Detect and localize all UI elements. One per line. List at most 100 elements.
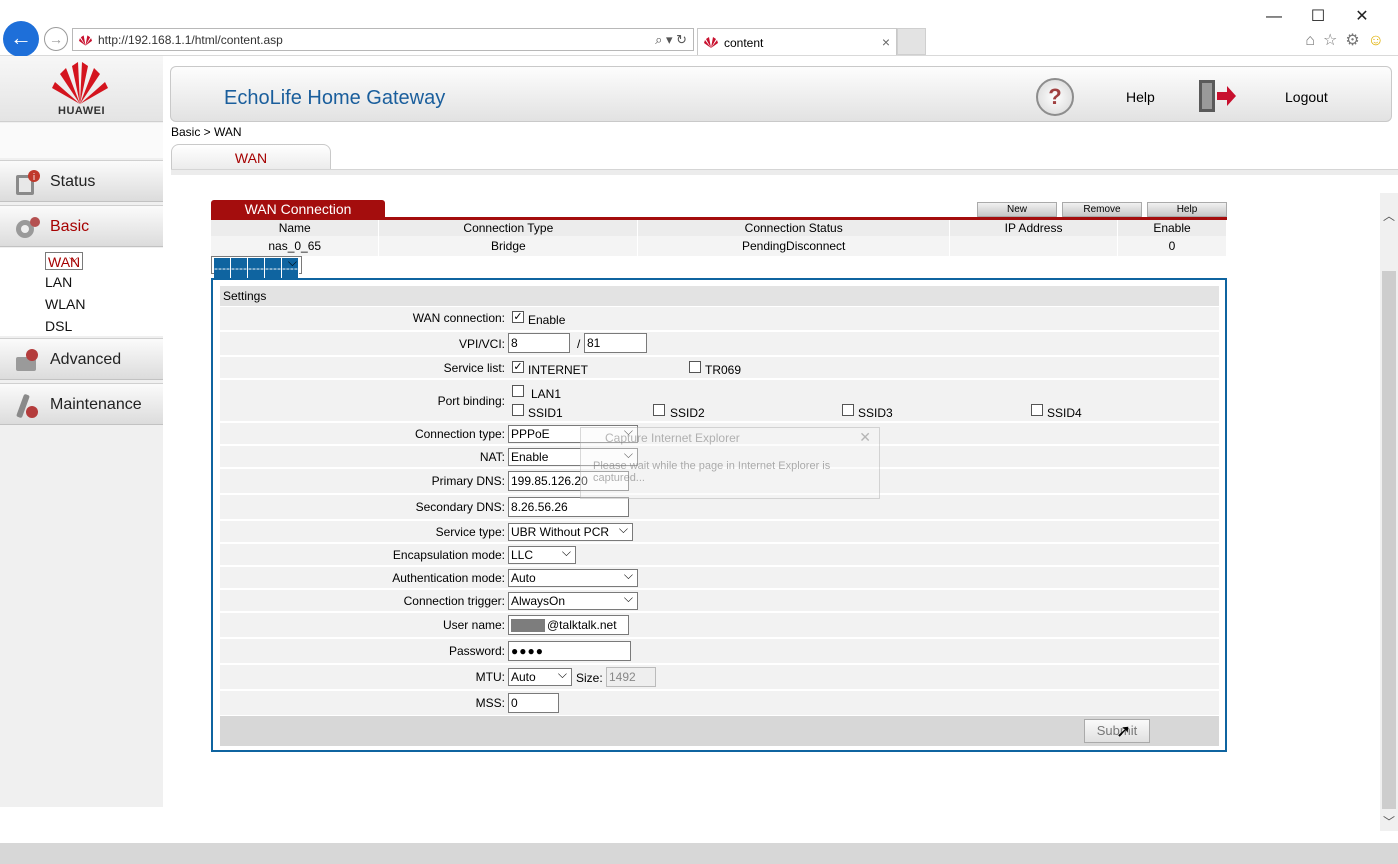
new-button[interactable]: New [977,202,1057,217]
search-refresh-icons[interactable]: ⌕ ▾ ↻ [655,32,687,48]
encapsulation-label: Encapsulation mode: [392,548,505,562]
browser-tab[interactable]: content × [697,28,897,55]
help-link[interactable]: Help [1126,89,1155,105]
back-arrow-icon[interactable]: ← [3,21,39,57]
mtu-select[interactable]: Auto [508,667,572,686]
nav-item-maintenance[interactable]: Maintenance [0,383,163,425]
vertical-scrollbar[interactable]: ︿ ﹀ [1380,193,1398,831]
nav-item-status[interactable]: i Status [0,160,163,202]
huawei-favicon-icon [704,37,718,48]
ssid3-checkbox[interactable] [842,404,854,416]
capture-close-icon[interactable]: ✕ [859,429,871,446]
scroll-down-icon[interactable]: ﹀ [1383,813,1395,830]
nav-label-maintenance: Maintenance [50,396,142,413]
close-window-icon[interactable]: ✕ [1340,6,1384,26]
new-tab-button[interactable] [897,28,926,55]
table-row[interactable]: nas_0_65 Bridge PendingDisconnect 0 [211,236,1227,256]
tab-close-icon[interactable]: × [882,34,890,50]
nav-label-basic: Basic [50,218,90,235]
connection-type-label: Connection type: [414,427,505,441]
status-bar [0,843,1398,864]
redacted-block [511,619,545,632]
row-connection-trigger: Connection trigger: AlwaysOn [220,590,1219,612]
huawei-favicon-icon [79,35,92,46]
gear-icon[interactable]: ⚙ [1345,32,1367,49]
ssid4-checkbox[interactable] [1031,404,1043,416]
internet-label: INTERNET [528,363,588,377]
remove-button[interactable]: Remove [1062,202,1142,217]
service-type-label: Service type: [435,525,505,539]
vci-input[interactable]: 81 [584,333,647,353]
nav-item-advanced[interactable]: Advanced [0,338,163,380]
ssid1-checkbox[interactable] [512,404,524,416]
scroll-thumb[interactable] [1382,271,1396,809]
window-controls: — ☐ ✕ [1252,6,1384,26]
table-header-row: Name Connection Type Connection Status I… [211,220,1227,236]
minimize-icon[interactable]: — [1252,8,1296,26]
address-bar[interactable]: http://192.168.1.1/html/content.asp ⌕ ▾ … [72,28,694,51]
tab-wan[interactable]: WAN [171,144,331,169]
maximize-icon[interactable]: ☐ [1296,6,1340,26]
vpi-input[interactable]: 8 [508,333,570,353]
vpi-vci-separator: / [577,337,581,351]
browser-toolbar-icons: ⌂☆⚙☺ [1305,30,1392,50]
port-binding-label: Port binding: [437,394,505,408]
logout-door-icon[interactable] [1197,79,1237,113]
wan-enable-label: Enable [528,313,566,327]
connection-trigger-select[interactable]: AlwaysOn [508,591,638,610]
settings-footer: Submit [220,716,1219,746]
row-port-binding: Port binding: LAN1 SSID1 SSID2 SSID3 SSI… [220,380,1219,422]
password-input[interactable]: ●●●● [508,641,631,661]
forward-arrow-icon[interactable]: → [44,27,68,51]
table-cell: ---- [247,258,265,278]
encapsulation-select[interactable]: LLC [508,545,576,564]
subnav-dsl[interactable]: DSL [45,318,72,334]
ssid2-checkbox[interactable] [653,404,665,416]
row-mss: MSS: 0 [220,691,1219,716]
tab-title: content [724,36,764,50]
tab-underline [171,169,1398,175]
help-question-icon[interactable]: ? [1036,78,1074,116]
primary-dns-label: Primary DNS: [431,474,505,488]
row-service-type: Service type: UBR Without PCR [220,521,1219,543]
secondary-dns-input[interactable]: 8.26.56.26 [508,497,629,517]
subnav-lan[interactable]: LAN [45,274,72,290]
browser-chrome: ← → http://192.168.1.1/html/content.asp … [0,0,1398,57]
advanced-tools-icon [16,349,38,371]
page-title: EchoLife Home Gateway [224,87,446,109]
row-service-list: Service list: ✓ INTERNET TR069 [220,357,1219,379]
internet-checkbox[interactable]: ✓ [512,361,524,373]
mtu-size-input: 1492 [606,667,656,687]
smiley-icon[interactable]: ☺ [1368,32,1392,49]
logout-link[interactable]: Logout [1285,89,1328,105]
settings-heading: Settings [220,286,1219,306]
scroll-up-icon[interactable]: ︿ [1383,207,1395,224]
ssid4-label: SSID4 [1047,406,1082,420]
star-icon[interactable]: ☆ [1323,32,1345,49]
subnav-wan[interactable]: WAN [45,251,84,270]
table-help-button[interactable]: Help [1147,202,1227,217]
tr069-checkbox[interactable] [689,361,701,373]
row-vpi-vci: VPI/VCI: 8 / 81 [220,332,1219,356]
table-row-selected[interactable]: ---- ---- ---- ---- ---- [211,255,302,278]
lan1-checkbox[interactable] [512,385,524,397]
nav-item-basic[interactable]: Basic [0,205,163,247]
vpi-vci-label: VPI/VCI: [458,337,505,351]
home-icon[interactable]: ⌂ [1305,32,1323,49]
wan-connection-label: WAN connection: [412,311,505,325]
ssid1-label: SSID1 [528,406,563,420]
huawei-logo-icon [52,62,108,104]
column-header: Enable [1117,220,1227,236]
auth-mode-label: Authentication mode: [392,571,505,585]
status-info-icon: i [16,170,40,195]
auth-mode-select[interactable]: Auto [508,568,638,587]
page-header: EchoLife Home Gateway ? Help Logout [170,66,1392,122]
ssid2-label: SSID2 [670,406,705,420]
subnav-wlan[interactable]: WLAN [45,296,85,312]
column-header: IP Address [949,220,1119,236]
url-text: http://192.168.1.1/html/content.asp [98,33,283,47]
wan-enable-checkbox[interactable]: ✓ [512,311,524,323]
service-type-select[interactable]: UBR Without PCR [508,522,633,541]
mss-input[interactable]: 0 [508,693,559,713]
connection-trigger-label: Connection trigger: [403,594,505,608]
